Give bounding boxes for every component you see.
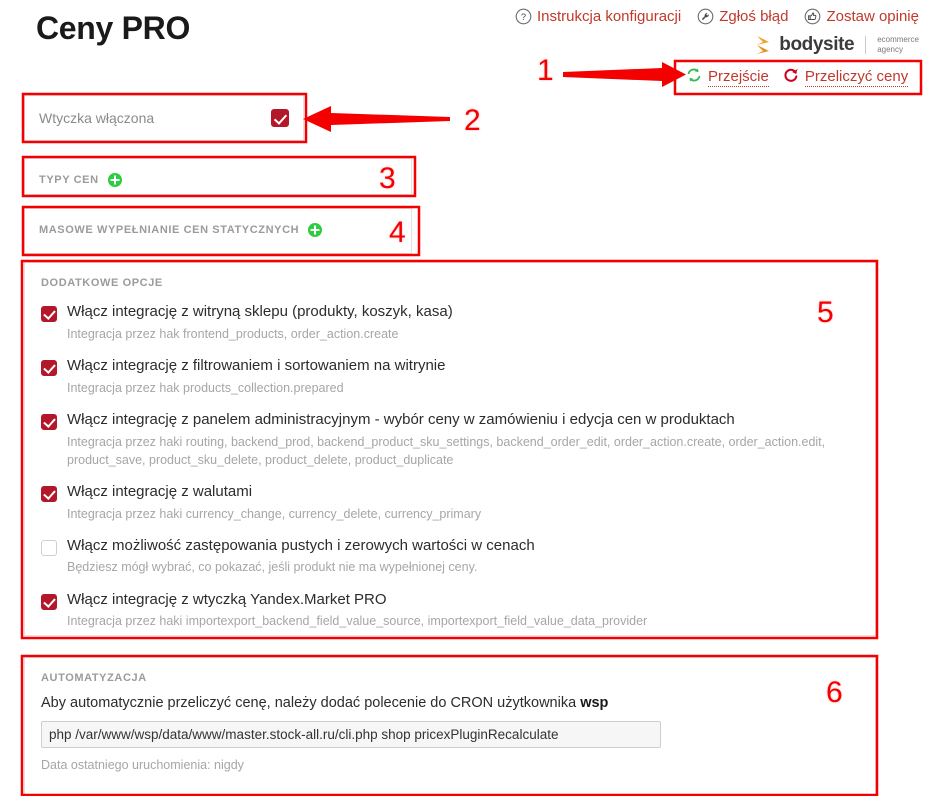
cron-command-input[interactable]: [41, 721, 661, 748]
bulk-fill-header: Masowe wypełnianie cen statycznych: [25, 209, 411, 237]
sync-refresh-icon: [686, 67, 702, 87]
brand-tagline-line1: ecommerce: [877, 35, 919, 44]
automation-instructions-text: Aby automatycznie przeliczyć cenę, należ…: [41, 695, 581, 711]
option-title: Włącz integrację z panelem administracyj…: [67, 410, 735, 428]
option-checkbox-filtering[interactable]: [41, 359, 57, 376]
help-link-leave-feedback[interactable]: Zostaw opinię: [804, 8, 919, 25]
brand-divider: [865, 36, 867, 54]
option-body: Włącz integrację z witryną sklepu (produ…: [67, 303, 859, 343]
brand-name: bodysite: [779, 34, 855, 55]
option-description: Integracja przez haki importexport_backe…: [67, 614, 648, 629]
plugin-enabled-checkbox[interactable]: [271, 109, 289, 127]
bulk-fill-label: Masowe wypełnianie cen statycznych: [39, 224, 300, 236]
recalculate-arrow-icon: [783, 67, 799, 87]
option-row: Włącz integrację z walutami Integracja p…: [41, 483, 859, 523]
plus-circle-icon[interactable]: [308, 223, 323, 237]
page-title: Ceny PRO: [36, 10, 191, 46]
brand-logo: bodysite ecommerce agency: [755, 34, 919, 56]
option-checkbox-currencies[interactable]: [41, 485, 57, 502]
option-row: Włącz integrację z filtrowaniem i sortow…: [41, 357, 859, 397]
option-body: Włącz integrację z wtyczką Yandex.Market…: [67, 591, 859, 631]
transition-button[interactable]: Przejście: [686, 67, 769, 87]
option-description: Integracja przez haki routing, backend_p…: [67, 434, 826, 467]
option-description: Integracja przez hak products_collection…: [67, 380, 344, 395]
option-row: Włącz integrację z witryną sklepu (produ…: [41, 303, 859, 343]
plus-circle-icon[interactable]: [107, 173, 122, 187]
option-description: Integracja przez hak frontend_products, …: [67, 326, 399, 341]
thumbs-up-circle-icon: [804, 8, 821, 25]
option-checkbox-admin-panel[interactable]: [41, 413, 57, 430]
automation-cron-user: wsp: [580, 695, 609, 711]
question-circle-icon: ?: [515, 8, 532, 25]
recalculate-prices-button[interactable]: Przeliczyć ceny: [783, 67, 909, 87]
option-body: Włącz integrację z filtrowaniem i sortow…: [67, 357, 859, 397]
action-buttons: Przejście Przeliczyć ceny: [676, 63, 918, 91]
annotation-number-2: 2: [464, 104, 481, 137]
bodysite-mark-icon: [755, 35, 772, 55]
automation-last-run: Data ostatniego uruchomienia: nigdy: [41, 758, 244, 772]
option-row: Włącz możliwość zastępowania pustych i z…: [41, 537, 859, 577]
option-title: Włącz możliwość zastępowania pustych i z…: [67, 536, 535, 554]
recalculate-prices-button-label: Przeliczyć ceny: [804, 67, 909, 87]
option-row: Włącz integrację z wtyczką Yandex.Market…: [41, 591, 859, 631]
help-link-label: Instrukcja konfiguracji: [536, 8, 682, 25]
bulk-fill-panel: Masowe wypełnianie cen statycznych: [24, 208, 412, 254]
price-types-panel: Typy cen: [24, 158, 412, 195]
option-title: Włącz integrację z walutami: [67, 482, 253, 500]
option-body: Włącz integrację z walutami Integracja p…: [67, 483, 859, 523]
annotation-number-1: 1: [537, 54, 554, 87]
help-link-report-bug[interactable]: Zgłoś błąd: [697, 8, 788, 25]
brand-tagline-line2: agency: [877, 45, 903, 54]
option-title: Włącz integrację z wtyczką Yandex.Market…: [67, 590, 387, 608]
help-link-instructions[interactable]: ? Instrukcja konfiguracji: [515, 8, 681, 25]
help-links: ? Instrukcja konfiguracji Zgłoś błąd Zos…: [515, 8, 919, 25]
additional-options-panel: Dodatkowe opcje Włącz integrację z witry…: [24, 262, 876, 636]
additional-options-label: Dodatkowe opcje: [41, 277, 163, 289]
option-description: Integracja przez haki currency_change, c…: [67, 506, 482, 521]
help-link-label: Zostaw opinię: [826, 8, 919, 25]
option-checkbox-yandex-market[interactable]: [41, 593, 57, 610]
help-link-label: Zgłoś błąd: [719, 8, 789, 25]
price-types-label: Typy cen: [39, 174, 99, 186]
automation-label: Automatyzacja: [41, 672, 147, 684]
automation-instructions: Aby automatycznie przeliczyć cenę, należ…: [41, 695, 859, 711]
brand-tagline: ecommerce agency: [877, 35, 919, 55]
plugin-enabled-label: Wtyczka włączona: [39, 110, 155, 126]
option-checkbox-storefront[interactable]: [41, 306, 57, 322]
automation-panel: Automatyzacja Aby automatycznie przelicz…: [24, 657, 876, 796]
option-row: Włącz integrację z panelem administracyj…: [41, 411, 859, 469]
wrench-circle-icon: [697, 8, 714, 25]
option-body: Włącz możliwość zastępowania pustych i z…: [67, 537, 859, 577]
price-types-header: Typy cen: [25, 159, 411, 187]
annotation-arrow-2: [303, 106, 450, 132]
annotation-arrow-1: [563, 62, 686, 87]
option-description: Będziesz mógł wybrać, co pokazać, jeśli …: [67, 560, 478, 575]
page-root: Ceny PRO ? Instrukcja konfiguracji Zgłoś…: [0, 0, 937, 796]
option-title: Włącz integrację z filtrowaniem i sortow…: [67, 356, 446, 374]
svg-text:?: ?: [521, 12, 526, 22]
plugin-enabled-panel: Wtyczka włączona: [24, 95, 304, 141]
option-title: Włącz integrację z witryną sklepu (produ…: [67, 303, 453, 320]
option-body: Włącz integrację z panelem administracyj…: [67, 411, 859, 469]
transition-button-label: Przejście: [708, 67, 769, 87]
option-checkbox-empty-values[interactable]: [41, 539, 57, 556]
